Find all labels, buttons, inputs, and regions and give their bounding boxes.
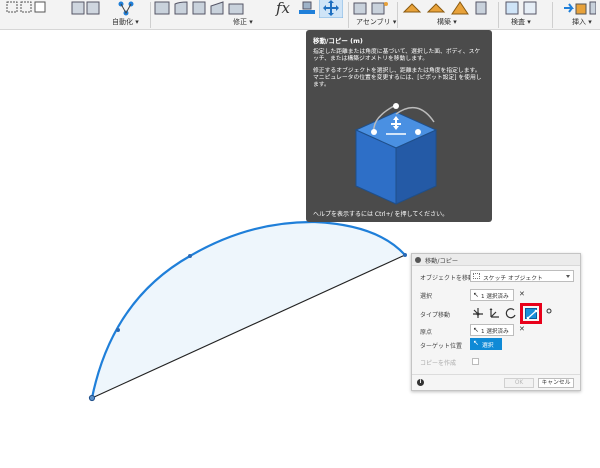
- sketch-point[interactable]: [403, 253, 407, 257]
- move-object-dropdown[interactable]: スケッチ オブジェクト: [470, 270, 574, 282]
- construct-tools-icons[interactable]: [402, 0, 492, 16]
- origin-count: 1 選択済み: [481, 329, 509, 335]
- origin-selection-button[interactable]: ↖ 1 選択済み: [470, 324, 514, 336]
- sketch-profile-fill[interactable]: [92, 221, 405, 398]
- design-canvas[interactable]: [0, 31, 600, 468]
- dialog-header[interactable]: 移動/コピー: [412, 254, 580, 266]
- command-tooltip: 移動/コピー (m) 指定した距離または角度に基づいて、選択した面、ボディ、スケ…: [306, 30, 492, 222]
- move-copy-icon[interactable]: [319, 0, 343, 18]
- automation-icon[interactable]: [70, 0, 102, 16]
- move-type-options: [470, 303, 580, 324]
- clear-origin-button[interactable]: ✕: [519, 325, 525, 333]
- toolbar-separator: [150, 2, 151, 28]
- tooltip-description: 指定した距離または角度に基づいて、選択した面、ボディ、スケッチ、または構築ジオメ…: [313, 49, 481, 62]
- tooltip-title: 移動/コピー (m): [313, 37, 363, 45]
- sketch-point[interactable]: [188, 254, 192, 258]
- group-label-automation[interactable]: 自動化 ▾: [112, 17, 139, 27]
- toolbar-separator: [397, 2, 398, 28]
- dialog-footer: i OK キャンセル: [412, 374, 580, 390]
- inspect-tools-icons[interactable]: [504, 0, 544, 16]
- dialog-title: 移動/コピー: [425, 258, 459, 265]
- group-label-inspect[interactable]: 検査 ▾: [511, 17, 531, 27]
- sketch-point[interactable]: [88, 394, 96, 402]
- sketch-tools-icons[interactable]: [6, 0, 46, 16]
- sketch-object-icon: [473, 273, 480, 279]
- tooltip-help-hint: ヘルプを表示するには Ctrl+/ を押してください。: [313, 211, 449, 218]
- target-select-label: 選択: [482, 343, 494, 349]
- toolbar-separator: [498, 2, 499, 28]
- clear-selection-button[interactable]: ✕: [519, 290, 525, 298]
- move-object-value: スケッチ オブジェクト: [483, 276, 543, 282]
- automate-icon[interactable]: [116, 0, 136, 16]
- move-copy-dialog: 移動/コピー オブジェクトを移動 スケッチ オブジェクト 選択 ↖ 1 選択済み…: [411, 253, 581, 391]
- toolbar-separator: [552, 2, 553, 28]
- group-label-assembly[interactable]: アセンブリ ▾: [356, 17, 396, 27]
- ribbon-toolbar: 自動化 ▾ fx 修正 ▾ アセンブリ ▾ 構築 ▾ 検査 ▾ 挿入 ▾: [0, 0, 600, 30]
- group-label-construct[interactable]: 構築 ▾: [437, 17, 457, 27]
- assembly-tools-icons[interactable]: [352, 0, 392, 16]
- cancel-button[interactable]: キャンセル: [538, 378, 574, 388]
- align-icon[interactable]: [297, 0, 317, 16]
- cursor-icon: ↖: [473, 326, 479, 334]
- target-select-button[interactable]: ↖ 選択: [470, 338, 502, 350]
- toolbar-separator: [348, 2, 349, 28]
- move-cube-illustration: [354, 103, 438, 205]
- parameters-fx-icon[interactable]: fx: [276, 0, 290, 17]
- cursor-icon: ↖: [473, 291, 479, 299]
- tooltip-instructions: 修正するオブジェクトを選択し、距離または角度を指定します。マニピュレータの位置を…: [313, 68, 482, 88]
- point-to-point-option-highlight[interactable]: [520, 303, 542, 324]
- create-copy-label: コピーを作成: [420, 360, 457, 367]
- group-label-insert[interactable]: 挿入 ▾: [572, 17, 592, 27]
- modify-tools-icons[interactable]: [153, 0, 273, 16]
- collapse-icon[interactable]: [415, 257, 421, 263]
- translate-xyz-icon[interactable]: [488, 307, 500, 319]
- create-copy-checkbox[interactable]: [472, 358, 479, 365]
- free-move-icon[interactable]: [472, 307, 484, 319]
- group-label-modify[interactable]: 修正 ▾: [233, 17, 253, 27]
- rotate-icon[interactable]: [505, 307, 517, 319]
- origin-label: 原点: [420, 329, 433, 336]
- cursor-icon: ↖: [473, 339, 479, 347]
- move-object-label: オブジェクトを移動: [420, 275, 475, 282]
- chevron-down-icon: [566, 275, 570, 278]
- ok-button[interactable]: OK: [504, 378, 534, 388]
- point-to-point-icon[interactable]: [525, 308, 538, 320]
- move-type-label: タイプ移動: [420, 312, 451, 319]
- info-icon[interactable]: i: [417, 379, 424, 386]
- selection-label: 選択: [420, 293, 433, 300]
- selection-count: 1 選択済み: [481, 294, 509, 300]
- insert-tools-icons[interactable]: [560, 0, 596, 16]
- point-to-position-icon[interactable]: [546, 307, 554, 319]
- sketch-point[interactable]: [116, 328, 120, 332]
- target-position-label: ターゲット位置: [420, 343, 463, 350]
- selection-button[interactable]: ↖ 1 選択済み: [470, 289, 514, 301]
- app-window: 自動化 ▾ fx 修正 ▾ アセンブリ ▾ 構築 ▾ 検査 ▾ 挿入 ▾ 移動/…: [0, 0, 600, 468]
